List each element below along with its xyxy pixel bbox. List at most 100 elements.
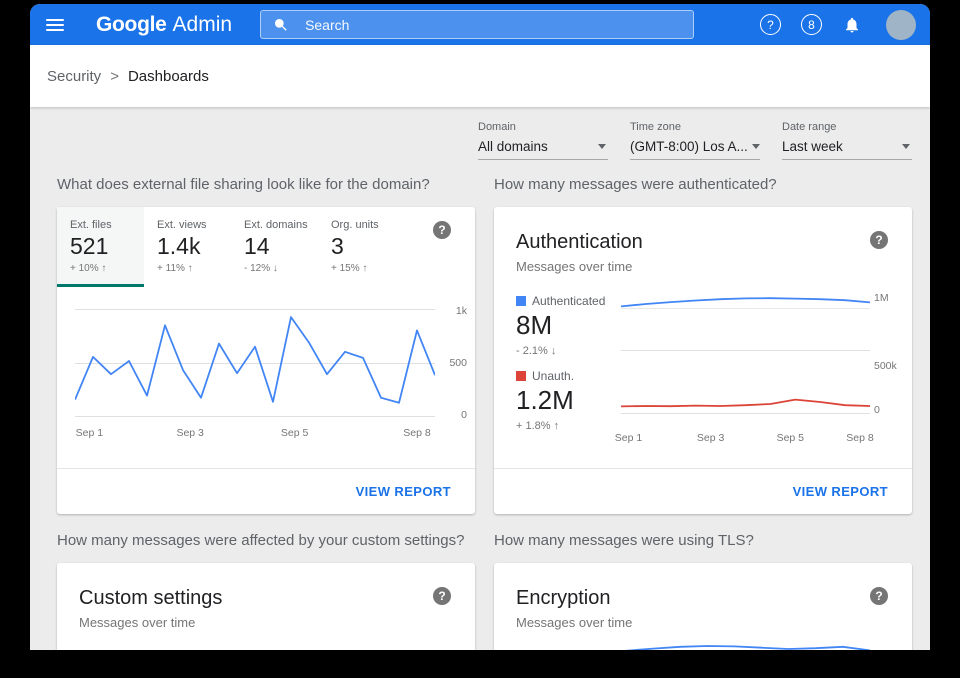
file-sharing-column: What does external file sharing look lik… xyxy=(57,176,475,514)
x-axis-label: Sep 3 xyxy=(697,432,724,444)
app-bar-actions: ? 8 xyxy=(760,10,916,40)
filters-bar: Domain All domains Time zone (GMT-8:00) … xyxy=(57,121,912,160)
y-axis-label: 500k xyxy=(874,360,904,372)
breadcrumb-security[interactable]: Security xyxy=(47,68,101,85)
file-sharing-chart: 1k 500 0 Sep 1 Sep 3 Sep 5 Sep 8 xyxy=(75,309,435,441)
question-tls: How many messages were using TLS? xyxy=(494,532,912,549)
stat-tabs: Ext. files 521 + 10% ↑ Ext. views 1.4k +… xyxy=(57,207,475,287)
filter-label: Date range xyxy=(782,121,912,133)
filter-label: Domain xyxy=(478,121,608,133)
tab-delta: - 12% ↓ xyxy=(244,263,318,274)
help-icon[interactable]: ? xyxy=(870,587,888,605)
filter-value: All domains xyxy=(478,139,548,154)
authentication-chart: Authenticated 8M - 2.1% ↓ Unauth. 1.2 xyxy=(516,294,912,444)
view-report-link[interactable]: VIEW REPORT xyxy=(356,484,451,499)
cards-row-2: How many messages were affected by your … xyxy=(57,532,912,650)
notifications-bell-icon[interactable] xyxy=(842,15,862,35)
legend-authenticated: Authenticated xyxy=(516,294,616,308)
stat-value: 1.2M xyxy=(516,385,616,416)
encryption-column: How many messages were using TLS? Encryp… xyxy=(494,532,912,650)
line-chart xyxy=(621,294,870,314)
sparkline-column xyxy=(621,294,870,414)
question-authentication: How many messages were authenticated? xyxy=(494,176,912,193)
legend-column: Authenticated 8M - 2.1% ↓ Unauth. 1.2 xyxy=(516,294,616,432)
tab-ext-domains[interactable]: Ext. domains 14 - 12% ↓ xyxy=(231,207,318,287)
tab-ext-views[interactable]: Ext. views 1.4k + 11% ↑ xyxy=(144,207,231,287)
search-input[interactable] xyxy=(303,16,681,34)
line-chart xyxy=(599,640,870,650)
tab-value: 14 xyxy=(244,233,318,260)
menu-icon[interactable] xyxy=(46,13,70,37)
card-custom-settings: Custom settings Messages over time ? xyxy=(57,563,475,650)
card-footer: VIEW REPORT xyxy=(494,469,912,514)
line-chart xyxy=(75,310,435,416)
y-axis-label: 0 xyxy=(461,409,467,421)
help-icon[interactable]: ? xyxy=(433,221,451,239)
tab-value: 3 xyxy=(331,233,405,260)
tab-label: Ext. views xyxy=(157,219,231,231)
dashboard-content: Domain All domains Time zone (GMT-8:00) … xyxy=(30,107,930,650)
legend-label: Authenticated xyxy=(532,294,605,308)
card-subtitle: Messages over time xyxy=(516,259,643,274)
card-footer: VIEW REPORT xyxy=(57,469,475,514)
y-axis-label: 0 xyxy=(874,404,904,416)
unauthenticated-sparkline xyxy=(621,350,870,414)
card-file-sharing: Ext. files 521 + 10% ↑ Ext. views 1.4k +… xyxy=(57,207,475,514)
tls-sparkline xyxy=(599,640,870,650)
device-frame: Google Admin ? 8 Security > Dashboards xyxy=(0,0,960,678)
x-axis: Sep 1 Sep 3 Sep 5 Sep 8 xyxy=(75,427,435,441)
card-subtitle: Messages over time xyxy=(516,615,632,630)
y-axis-label: 1M xyxy=(874,292,904,304)
card-title: Custom settings xyxy=(79,587,222,610)
legend-swatch-blue xyxy=(516,296,526,306)
x-axis-label: Sep 5 xyxy=(777,432,804,444)
breadcrumb: Security > Dashboards xyxy=(30,45,930,107)
help-icon[interactable]: ? xyxy=(870,231,888,249)
filter-domain[interactable]: Domain All domains xyxy=(478,121,608,160)
x-axis-label: Sep 8 xyxy=(403,427,430,439)
logo-admin-text: Admin xyxy=(173,13,233,36)
search-bar[interactable] xyxy=(260,10,694,39)
card-header: Encryption Messages over time ? xyxy=(494,563,912,630)
tab-value: 521 xyxy=(70,233,144,260)
card-header: Custom settings Messages over time ? xyxy=(57,563,475,630)
tab-label: Ext. files xyxy=(70,219,144,231)
question-custom-settings: How many messages were affected by your … xyxy=(57,532,475,549)
logo-google-text: Google xyxy=(96,13,167,36)
x-axis: Sep 1 Sep 3 Sep 5 Sep 8 xyxy=(621,432,870,446)
filter-daterange[interactable]: Date range Last week xyxy=(782,121,912,160)
help-icon[interactable]: ? xyxy=(433,587,451,605)
user-avatar[interactable] xyxy=(886,10,916,40)
chevron-down-icon xyxy=(752,144,760,149)
line-chart xyxy=(621,388,870,412)
view-report-link[interactable]: VIEW REPORT xyxy=(793,484,888,499)
filter-label: Time zone xyxy=(630,121,760,133)
x-axis-label: Sep 1 xyxy=(76,427,103,439)
x-axis-label: Sep 5 xyxy=(281,427,308,439)
filter-value: Last week xyxy=(782,139,843,154)
tab-org-units[interactable]: Org. units 3 + 15% ↑ xyxy=(318,207,405,287)
custom-settings-column: How many messages were affected by your … xyxy=(57,532,475,650)
tab-label: Org. units xyxy=(331,219,405,231)
authentication-column: How many messages were authenticated? Au… xyxy=(494,176,912,514)
tab-delta: + 11% ↑ xyxy=(157,263,231,274)
card-header: Authentication Messages over time ? xyxy=(494,207,912,274)
help-icon[interactable]: ? xyxy=(760,14,781,35)
authenticated-sparkline xyxy=(621,294,870,351)
y-axis-label: 500 xyxy=(449,357,467,369)
card-encryption: Encryption Messages over time ? xyxy=(494,563,912,650)
google-admin-logo: Google Admin xyxy=(96,13,232,37)
tab-value: 1.4k xyxy=(157,233,231,260)
stat-delta: - 2.1% ↓ xyxy=(516,345,616,357)
cards-row-1: What does external file sharing look lik… xyxy=(57,176,912,514)
admin-console-screen: Google Admin ? 8 Security > Dashboards xyxy=(30,4,930,650)
legend-label: Unauth. xyxy=(532,369,574,383)
filter-timezone[interactable]: Time zone (GMT-8:00) Los A... xyxy=(630,121,760,160)
chart-plot-area: 1k 500 0 xyxy=(75,309,435,417)
x-axis-label: Sep 3 xyxy=(176,427,203,439)
question-file-sharing: What does external file sharing look lik… xyxy=(57,176,475,193)
x-axis-label: Sep 1 xyxy=(615,432,642,444)
tab-ext-files[interactable]: Ext. files 521 + 10% ↑ xyxy=(57,207,144,287)
legend-swatch-red xyxy=(516,371,526,381)
counter-badge-icon[interactable]: 8 xyxy=(801,14,822,35)
